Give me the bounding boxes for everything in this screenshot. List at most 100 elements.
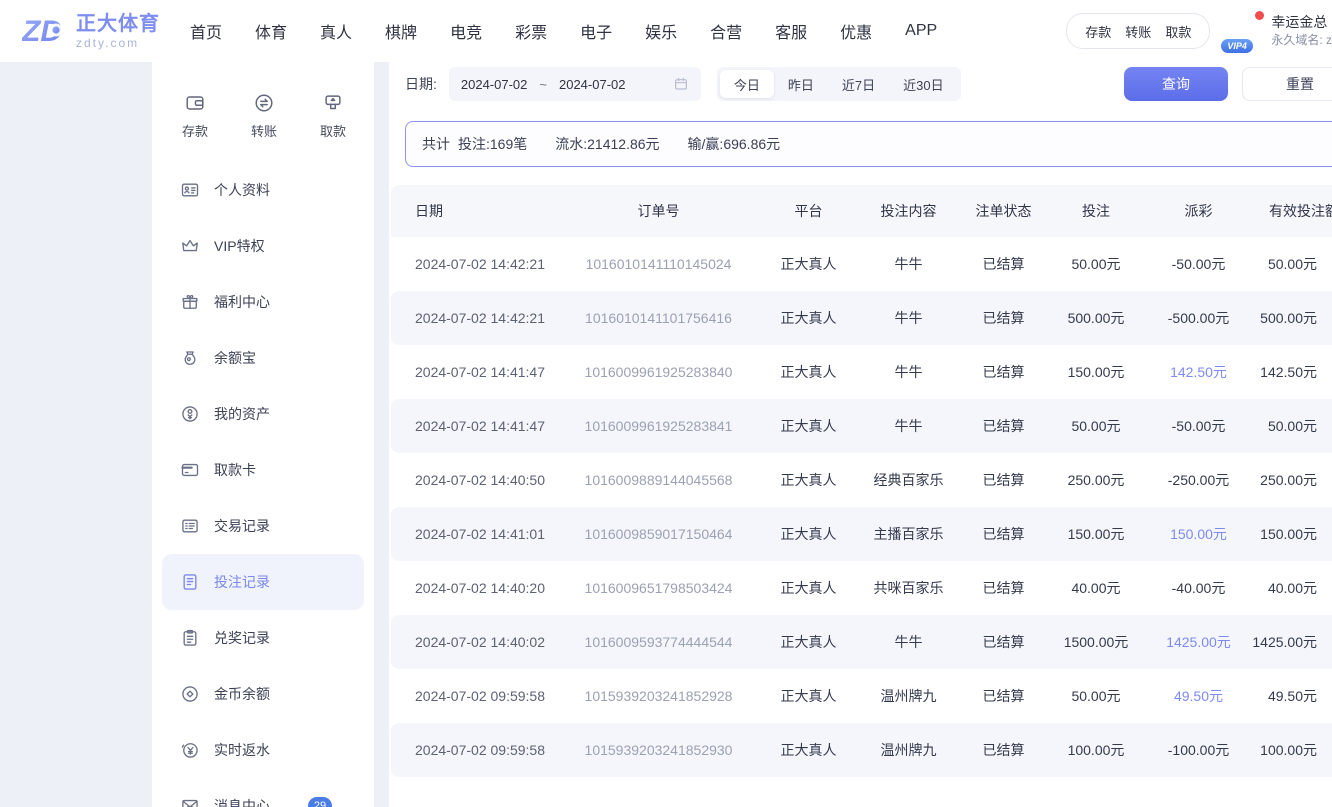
cell-order_no: 1016009651798503424 (556, 561, 761, 615)
cell-bet: 100.00元 (1046, 723, 1146, 777)
quick-action-withdraw[interactable]: 取款 (320, 92, 346, 140)
column-header: 订单号 (556, 185, 761, 237)
cell-payout: -50.00元 (1146, 399, 1251, 453)
sidebar-item-messages[interactable]: 消息中心 29 (152, 778, 374, 807)
nav-item-promo[interactable]: 优惠 (840, 19, 872, 43)
cell-content: 牛牛 (856, 345, 961, 399)
cell-payout: 142.50元 (1146, 345, 1251, 399)
cell-platform: 正大真人 (761, 291, 856, 345)
cell-payout: 1425.00元 (1146, 615, 1251, 669)
username: 幸运金总 (1271, 14, 1332, 32)
header-withdraw-link[interactable]: 取款 (1165, 22, 1191, 41)
range-today-button[interactable]: 今日 (720, 70, 774, 98)
header-deposit-link[interactable]: 存款 (1085, 22, 1111, 41)
cell-date: 2024-07-02 09:59:58 (391, 723, 556, 777)
nav-item-partner[interactable]: 合营 (710, 19, 742, 43)
sidebar-item-welfare[interactable]: 福利中心 (152, 274, 374, 330)
column-header: 投注 (1046, 185, 1146, 237)
sidebar-item-withdraw-card[interactable]: 取款卡 (152, 442, 374, 498)
table-row: 2024-07-02 14:41:471016009961925283841正大… (391, 399, 1332, 453)
cell-status: 已结算 (961, 399, 1046, 453)
cell-payout: -40.00元 (1146, 561, 1251, 615)
nav-item-home[interactable]: 首页 (190, 19, 222, 43)
date-separator: ~ (539, 77, 547, 92)
sidebar-item-vip[interactable]: VIP特权 (152, 218, 374, 274)
date-to-value: 2024-07-02 (559, 77, 626, 92)
cell-content: 经典百家乐 (856, 453, 961, 507)
transfer-icon (253, 92, 275, 114)
range-30days-button[interactable]: 近30日 (889, 70, 957, 98)
sidebar-item-yuebao[interactable]: 余额宝 (152, 330, 374, 386)
column-header: 日期 (391, 185, 556, 237)
reset-button[interactable]: 重置 (1242, 67, 1332, 101)
table-row: 2024-07-02 14:42:211016010141110145024正大… (391, 237, 1332, 291)
cell-content: 主播百家乐 (856, 507, 961, 561)
sidebar-item-coin-balance[interactable]: 金币余额 (152, 666, 374, 722)
main-nav: 首页 体育 真人 棋牌 电竞 彩票 电子 娱乐 合营 客服 优惠 APP (190, 19, 937, 43)
sidebar-item-rebate[interactable]: 实时返水 (152, 722, 374, 778)
assets-icon (180, 404, 200, 424)
table-row: 2024-07-02 14:40:501016009889144045568正大… (391, 453, 1332, 507)
nav-item-entertainment[interactable]: 娱乐 (645, 19, 677, 43)
date-from-value: 2024-07-02 (461, 77, 528, 92)
query-button[interactable]: 查询 (1124, 67, 1228, 101)
table-header-row: 日期订单号平台投注内容注单状态投注派彩有效投注额 (391, 185, 1332, 237)
nav-item-esports[interactable]: 电竞 (450, 19, 482, 43)
table-row: 2024-07-02 14:40:021016009593774444544正大… (391, 615, 1332, 669)
column-header: 平台 (761, 185, 856, 237)
site-logo[interactable]: ZD 正大体育 zdty.com (22, 13, 160, 49)
cell-date: 2024-07-02 14:41:01 (391, 507, 556, 561)
sidebar-item-bet-records[interactable]: 投注记录 (162, 554, 364, 610)
user-profile[interactable]: VIP4 幸运金总 永久域名: z (1226, 13, 1332, 49)
cell-bet: 50.00元 (1046, 399, 1146, 453)
cell-payout: -500.00元 (1146, 291, 1251, 345)
summary-bar: 共计 投注:169笔 流水:21412.86元 输/赢:696.86元 (405, 121, 1332, 167)
filter-bar: 日期: 2024-07-02 ~ 2024-07-02 今日 昨日 近7日 近3… (405, 67, 1332, 101)
cell-order_no: 1016010141101756416 (556, 291, 761, 345)
header-transfer-link[interactable]: 转账 (1125, 22, 1151, 41)
wallet-icon (184, 92, 206, 114)
sidebar-item-prize-records[interactable]: 兑奖记录 (152, 610, 374, 666)
rebate-icon (180, 740, 200, 760)
nav-item-slots[interactable]: 电子 (580, 19, 612, 43)
range-7days-button[interactable]: 近7日 (828, 70, 889, 98)
sidebar-item-transactions[interactable]: 交易记录 (152, 498, 374, 554)
money-pot-icon (180, 348, 200, 368)
cell-platform: 正大真人 (761, 507, 856, 561)
wallet-quick-links: 存款 转账 取款 (1066, 13, 1210, 49)
cell-status: 已结算 (961, 615, 1046, 669)
nav-item-service[interactable]: 客服 (775, 19, 807, 43)
table-row: 2024-07-02 14:40:201016009651798503424正大… (391, 561, 1332, 615)
date-range-input[interactable]: 2024-07-02 ~ 2024-07-02 (449, 67, 701, 101)
cell-platform: 正大真人 (761, 723, 856, 777)
coin-icon (180, 684, 200, 704)
cell-bet: 40.00元 (1046, 561, 1146, 615)
sidebar-menu: 个人资料 VIP特权 福利中心 余额宝 我的资产 (152, 162, 374, 807)
range-yesterday-button[interactable]: 昨日 (774, 70, 828, 98)
sidebar-quick-actions: 存款 转账 取款 (152, 62, 374, 140)
cell-status: 已结算 (961, 345, 1046, 399)
cell-valid_bet: 49.50元 (1251, 669, 1332, 723)
cell-date: 2024-07-02 09:59:58 (391, 669, 556, 723)
summary-win-loss: 输/赢:696.86元 (688, 134, 781, 154)
cell-date: 2024-07-02 14:42:21 (391, 291, 556, 345)
cell-content: 温州牌九 (856, 669, 961, 723)
nav-item-app[interactable]: APP (905, 22, 937, 40)
nav-item-live[interactable]: 真人 (320, 19, 352, 43)
sidebar-item-assets[interactable]: 我的资产 (152, 386, 374, 442)
cell-bet: 500.00元 (1046, 291, 1146, 345)
cell-status: 已结算 (961, 669, 1046, 723)
sidebar-item-profile[interactable]: 个人资料 (152, 162, 374, 218)
table-row: 2024-07-02 14:41:471016009961925283840正大… (391, 345, 1332, 399)
nav-item-sports[interactable]: 体育 (255, 19, 287, 43)
quick-action-transfer[interactable]: 转账 (251, 92, 277, 140)
calendar-icon[interactable] (673, 76, 689, 92)
cell-status: 已结算 (961, 291, 1046, 345)
main-panel: 日期: 2024-07-02 ~ 2024-07-02 今日 昨日 近7日 近3… (389, 62, 1332, 807)
quick-action-deposit[interactable]: 存款 (182, 92, 208, 140)
nav-item-lottery[interactable]: 彩票 (515, 19, 547, 43)
nav-item-board-games[interactable]: 棋牌 (385, 19, 417, 43)
cell-bet: 150.00元 (1046, 345, 1146, 399)
mail-icon (180, 796, 200, 807)
column-header: 投注内容 (856, 185, 961, 237)
